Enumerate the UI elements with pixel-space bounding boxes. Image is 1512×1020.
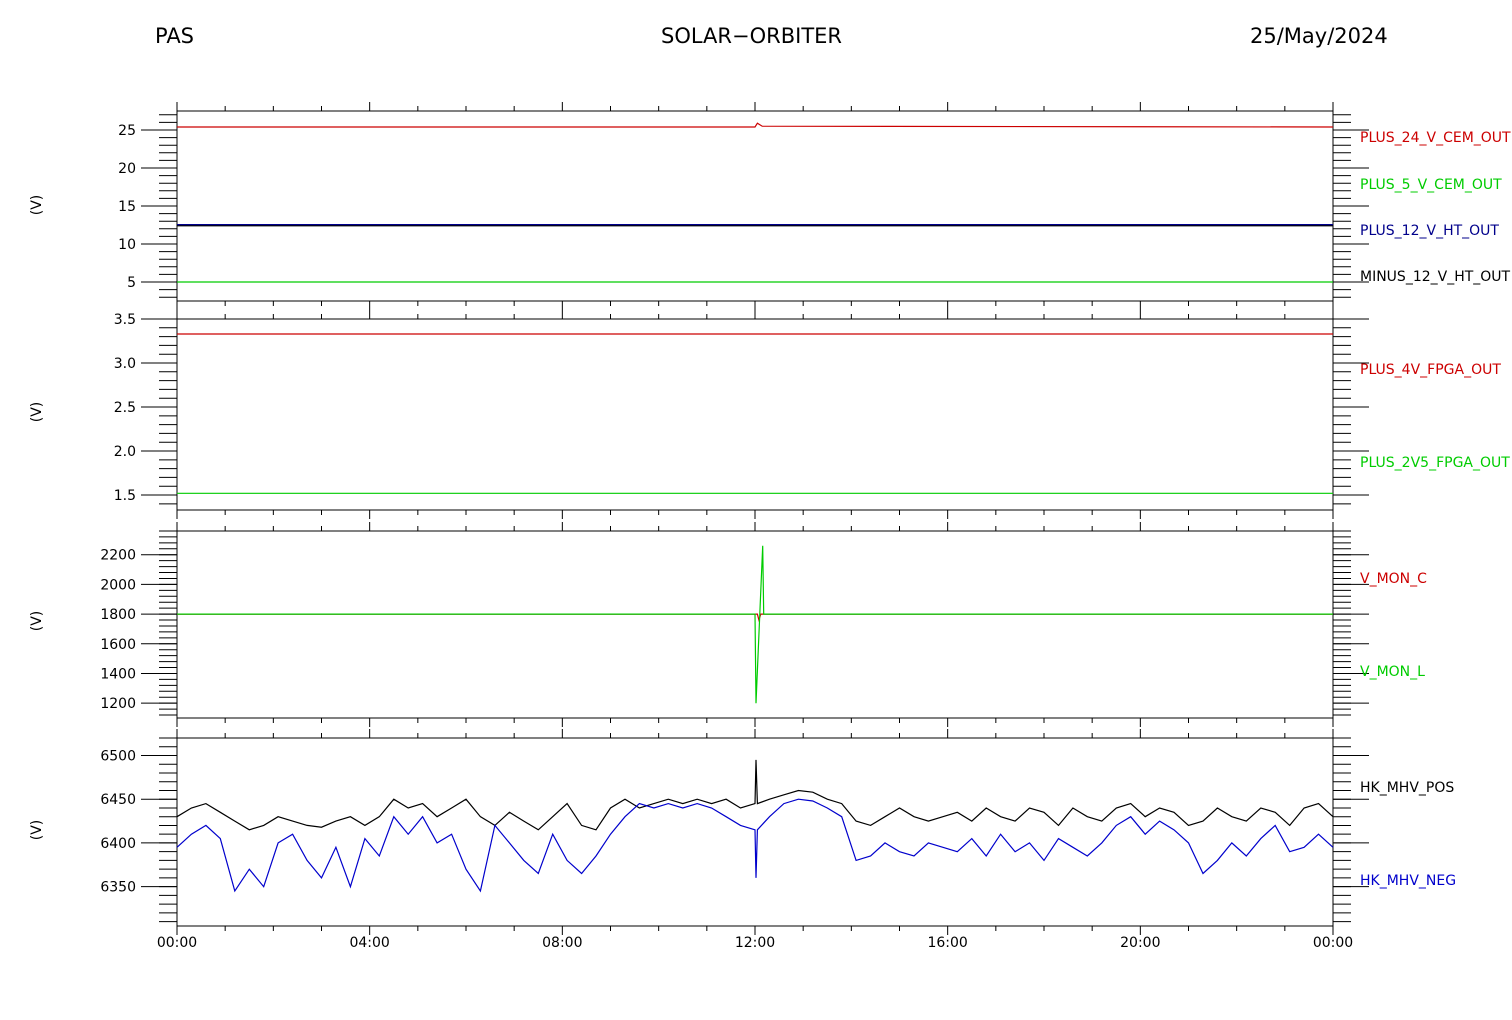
- x-tick-label: 08:00: [542, 935, 582, 951]
- legend-entry: PLUS_2V5_FPGA_OUT: [1360, 455, 1510, 471]
- legend-entry: PLUS_24_V_CEM_OUT: [1360, 130, 1511, 146]
- y-tick-label: 3.5: [114, 312, 136, 328]
- y-tick-label: 5: [127, 275, 136, 291]
- series-line-hk_mhv_pos: [176, 759, 1334, 831]
- x-tick-label: 00:00: [157, 935, 197, 951]
- y-tick-label: 2.5: [114, 400, 136, 416]
- x-tick-label: 16:00: [927, 935, 967, 951]
- y-tick-label: 25: [118, 123, 136, 139]
- legend-entry: PLUS_4V_FPGA_OUT: [1360, 362, 1501, 378]
- y-tick-label: 3.0: [114, 356, 136, 372]
- y-tick-label: 15: [118, 199, 136, 215]
- legend-entry: V_MON_L: [1360, 664, 1425, 680]
- x-tick-label: 00:00: [1313, 935, 1353, 951]
- y-tick-label: 1200: [100, 696, 136, 712]
- y-tick-label: 6450: [100, 792, 136, 808]
- y-tick-label: 10: [118, 237, 136, 253]
- y-axis-label: (V): [29, 611, 45, 632]
- y-tick-label: 6500: [100, 748, 136, 764]
- y-tick-label: 2200: [100, 548, 136, 564]
- series-line-hk_mhv_neg: [176, 798, 1334, 893]
- y-axis-label: (V): [29, 402, 45, 423]
- panel-2-frame: [176, 318, 1334, 511]
- y-tick-label: 6400: [100, 836, 136, 852]
- legend-entry: MINUS_12_V_HT_OUT: [1360, 269, 1511, 285]
- legend-entry: HK_MHV_POS: [1360, 780, 1454, 796]
- timeseries-chart: 5 10 15 20 25 (V) PLUS_24_V_CEM_OUT PLUS_5_V_CE…: [29, 102, 1511, 951]
- y-axis-label: (V): [29, 195, 45, 216]
- y-tick-label: 2000: [100, 577, 136, 593]
- y-tick-label: 20: [118, 161, 136, 177]
- legend-entry: V_MON_C: [1360, 571, 1427, 587]
- y-axis-label: (V): [29, 820, 45, 841]
- panel-1-frame: [176, 110, 1334, 302]
- series-line-v_mon_l: [177, 545, 1333, 704]
- series-line-plus_24_v_cem_out: [177, 122, 1334, 128]
- y-tick-label: 1.5: [114, 488, 136, 504]
- x-tick-label: 20:00: [1120, 935, 1160, 951]
- y-tick-label: 2.0: [114, 444, 136, 460]
- legend-entry: PLUS_12_V_HT_OUT: [1360, 223, 1499, 239]
- y-tick-label: 6350: [100, 880, 136, 896]
- x-tick-label: 12:00: [735, 935, 775, 951]
- x-tick-label: 04:00: [349, 935, 389, 951]
- y-tick-label: 1600: [100, 637, 136, 653]
- legend-entry: HK_MHV_NEG: [1360, 873, 1456, 889]
- legend-entry: PLUS_5_V_CEM_OUT: [1360, 177, 1502, 193]
- y-tick-label: 1400: [100, 666, 136, 682]
- y-tick-label: 1800: [100, 607, 136, 623]
